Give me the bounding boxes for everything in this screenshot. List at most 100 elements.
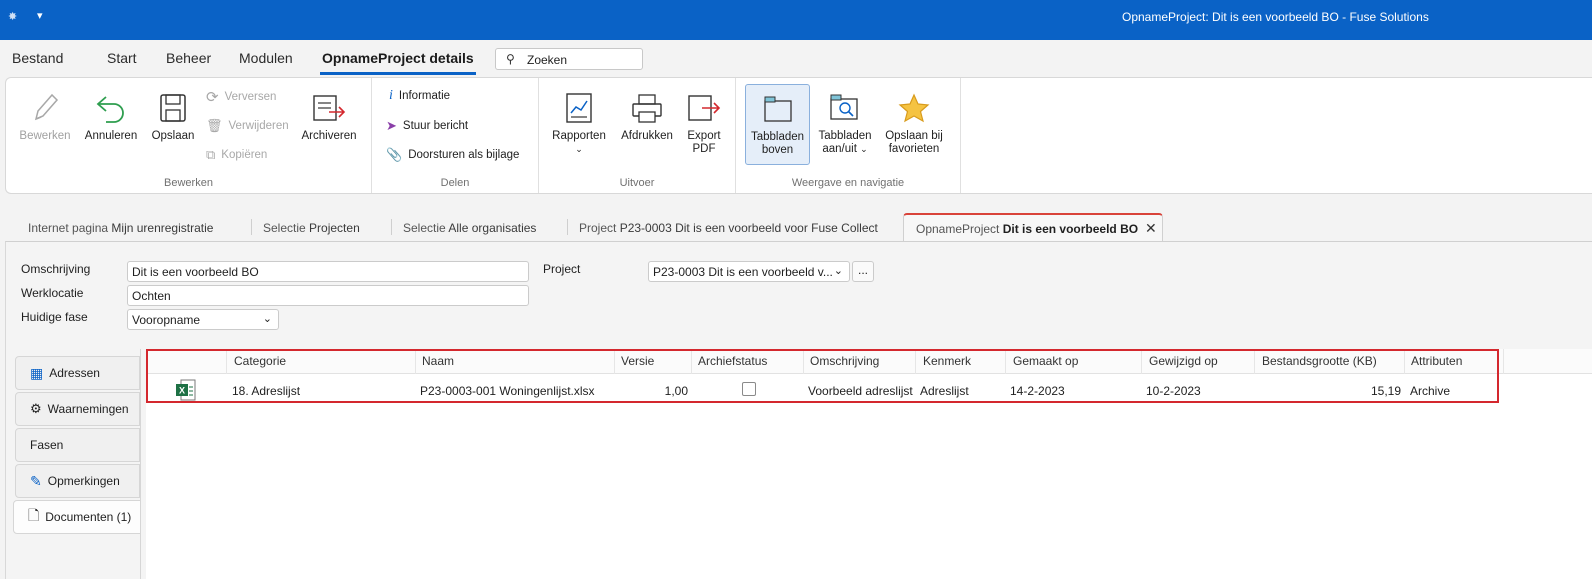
huidige-fase-select[interactable]: Vooropname ⌄ (127, 309, 279, 330)
paperclip-icon: 📎 (386, 147, 403, 162)
annuleren-button[interactable]: Annuleren (81, 86, 141, 143)
rapporten-button[interactable]: Rapporten ⌄ (549, 86, 609, 156)
quick-access-dropdown-icon[interactable]: ▾ (37, 9, 43, 22)
tabbladen-boven-label-2: boven (761, 144, 794, 156)
doc-tab-organisaties[interactable]: Selectie Alle organisaties (403, 221, 536, 235)
group-divider (735, 78, 736, 193)
side-tab-label: Adressen (49, 366, 100, 380)
chevron-down-icon: ⌄ (262, 313, 272, 325)
doc-tab-projecten[interactable]: Selectie Projecten (263, 221, 360, 235)
stuur-bericht-button[interactable]: ➤ Stuur bericht (386, 118, 468, 134)
search-placeholder: Zoeken (527, 53, 568, 67)
doc-tab-name: P23-0003 Dit is een voorbeeld voor Fuse … (619, 221, 878, 235)
afdrukken-button[interactable]: Afdrukken (618, 86, 676, 143)
doc-tab-name: Mijn urenregistratie (111, 221, 214, 235)
side-tab-documenten[interactable]: 🗋 Documenten (1) (13, 500, 141, 534)
refresh-icon: ⟳ (206, 89, 219, 106)
archiveren-label: Archiveren (301, 130, 357, 142)
project-label: Project (543, 262, 581, 276)
search-icon: ⚲ (506, 52, 515, 66)
doc-tab-prefix: Project (579, 221, 617, 235)
tab-search-icon (825, 86, 865, 130)
opslaan-label: Opslaan (151, 130, 195, 142)
trash-icon: 🗑 (206, 118, 223, 133)
stuur-bericht-label: Stuur bericht (402, 120, 469, 132)
printer-icon (627, 86, 667, 130)
tabbladen-aanuit-button[interactable]: Tabbladen aan/uit ⌄ (815, 86, 875, 156)
export-arrow-icon (684, 86, 724, 130)
window-title: OpnameProject: Dit is een voorbeeld BO -… (1122, 10, 1429, 24)
doc-tab-opnameproject[interactable]: OpnameProject Dit is een voorbeeld BO ✕ (903, 213, 1163, 242)
menu-tab-modulen[interactable]: Modulen (239, 50, 293, 66)
doorsturen-button[interactable]: 📎 Doorsturen als bijlage (386, 147, 519, 163)
building-icon: ▦ (30, 364, 44, 381)
tabbladen-boven-label-1: Tabbladen (750, 131, 805, 143)
doc-tab-name: Alle organisaties (448, 221, 537, 235)
huidige-fase-label: Huidige fase (21, 310, 88, 324)
side-tab-label: Opmerkingen (47, 474, 120, 488)
group-divider (538, 78, 539, 193)
menu-tab-bestand[interactable]: Bestand (12, 50, 63, 66)
binoculars-icon: ⚙ (30, 401, 42, 416)
opslaan-favorieten-button[interactable]: Opslaan bij favorieten (882, 86, 946, 156)
archive-arrow-icon (309, 86, 349, 130)
panel-divider (140, 349, 141, 579)
copy-icon: ⧉ (206, 147, 216, 162)
tab-divider (251, 219, 252, 235)
tabbladen-boven-button[interactable]: Tabbladen boven (745, 84, 810, 165)
tab-divider (567, 219, 568, 235)
info-icon: i (389, 88, 393, 103)
archiveren-button[interactable]: Archiveren (299, 86, 359, 143)
doc-tab-project[interactable]: Project P23-0003 Dit is een voorbeeld vo… (579, 221, 878, 235)
group-label-weergave: Weergave en navigatie (791, 177, 905, 189)
highlight-box (146, 349, 1499, 403)
group-divider (960, 78, 961, 193)
side-tab-fasen[interactable]: Fasen (15, 428, 140, 462)
close-icon[interactable]: ✕ (1145, 220, 1157, 237)
tab-divider (391, 219, 392, 235)
kopieren-label: Kopiëren (221, 149, 268, 161)
chevron-down-icon: ⌄ (860, 144, 868, 154)
verwijderen-button[interactable]: 🗑 Verwijderen (206, 118, 289, 134)
annuleren-label: Annuleren (84, 130, 138, 142)
bewerken-label: Bewerken (19, 130, 71, 142)
werklocatie-field[interactable]: Ochten (127, 285, 529, 306)
tabs-top-icon (758, 87, 798, 131)
side-tab-waarnemingen[interactable]: ⚙ Waarnemingen (15, 392, 140, 426)
menu-tab-opnameproject-details[interactable]: OpnameProject details (322, 50, 474, 66)
informatie-label: Informatie (398, 90, 451, 102)
chevron-down-icon: ⌄ (575, 144, 583, 154)
project-select[interactable]: P23-0003 Dit is een voorbeeld v... ⌄ (648, 261, 850, 282)
omschrijving-field[interactable]: Dit is een voorbeeld BO (127, 261, 529, 282)
bewerken-button[interactable]: Bewerken (19, 86, 71, 143)
side-tab-label: Documenten (1) (45, 510, 132, 524)
menu-tab-beheer[interactable]: Beheer (166, 50, 211, 66)
document-tabs: Internet pagina Mijn urenregistratie Sel… (0, 213, 1592, 242)
werklocatie-label: Werklocatie (21, 286, 84, 300)
doorsturen-label: Doorsturen als bijlage (408, 149, 520, 161)
informatie-button[interactable]: i Informatie (389, 88, 450, 104)
search-input[interactable]: ⚲ Zoeken (495, 48, 643, 70)
project-lookup-button[interactable]: ... (852, 261, 874, 282)
side-tab-opmerkingen[interactable]: ✎ Opmerkingen (15, 464, 140, 498)
export-pdf-button[interactable]: Export PDF (682, 86, 726, 156)
opslaan-button[interactable]: Opslaan (149, 86, 197, 143)
verversen-button[interactable]: ⟳ Verversen (206, 88, 276, 106)
title-bar: ✸ ▾ OpnameProject: Dit is een voorbeeld … (0, 0, 1592, 40)
undo-arrow-icon (91, 86, 131, 130)
save-disk-icon (153, 86, 193, 130)
send-icon: ➤ (386, 118, 397, 133)
side-tab-adressen[interactable]: ▦ Adressen (15, 356, 140, 390)
kopieren-button[interactable]: ⧉ Kopiëren (206, 147, 267, 163)
tabbladen-aanuit-label-1: Tabbladen (818, 130, 872, 142)
ribbon: Bewerken Annuleren Opslaan ⟳ Verversen 🗑… (5, 77, 1592, 194)
menu-bar: Bestand Start Beheer Modulen OpnameProje… (0, 40, 1592, 76)
doc-tab-urenregistratie[interactable]: Internet pagina Mijn urenregistratie (28, 221, 213, 235)
export-label-1: Export (687, 130, 721, 142)
app-logo-icon: ✸ (8, 11, 18, 23)
export-label-2: PDF (692, 143, 716, 155)
rapporten-label: Rapporten (552, 130, 606, 142)
doc-tab-prefix: Selectie (403, 221, 446, 235)
pencil-icon (25, 86, 65, 130)
menu-tab-start[interactable]: Start (107, 50, 137, 66)
